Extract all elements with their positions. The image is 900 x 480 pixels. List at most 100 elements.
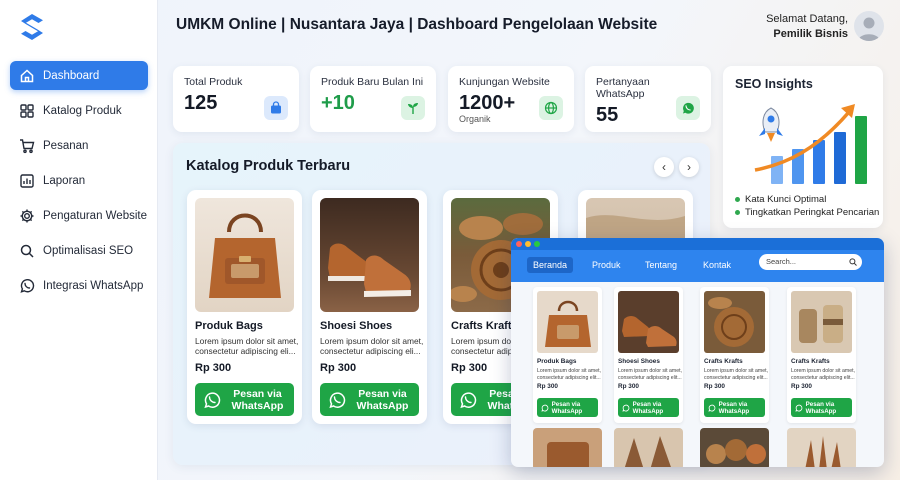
- stat-label: Produk Baru Bulan Ini: [321, 76, 424, 88]
- product-price: Rp 300: [320, 362, 357, 374]
- product-name: Produk Bags: [537, 358, 577, 365]
- product-price: Rp 300: [791, 383, 812, 390]
- stat-card-pertanyaan-whatsapp: Pertanyaan WhatsApp 55: [585, 66, 711, 132]
- sidebar-item-label: Dashboard: [43, 69, 100, 82]
- growth-chart-illustration-icon: [754, 104, 867, 184]
- preview-nav-beranda[interactable]: Beranda: [527, 257, 574, 273]
- whatsapp-icon: [541, 404, 549, 412]
- bullet-icon: [735, 197, 740, 202]
- stat-card-kunjungan-website: Kunjungan Website 1200+ Organik: [448, 66, 574, 132]
- preview-product-card[interactable]: Shoesi Shoes Lorem ipsum dolor sit amet,…: [614, 287, 683, 423]
- product-name: Crafts Krafts: [704, 358, 743, 365]
- greeting-text: Selamat Datang,: [766, 13, 848, 25]
- order-button-label: Pesan via WhatsApp: [805, 400, 837, 415]
- whatsapp-icon: [204, 391, 221, 408]
- order-button-label: Pesan via WhatsApp: [551, 400, 583, 415]
- product-price: Rp 300: [195, 362, 232, 374]
- globe-icon: [539, 96, 563, 120]
- stat-label: Kunjungan Website: [459, 76, 550, 88]
- chevron-right-icon: ›: [687, 160, 691, 174]
- whatsapp-icon: [622, 404, 630, 412]
- order-whatsapp-button[interactable]: Pesan via WhatsApp: [537, 398, 598, 417]
- sidebar-item-optimalisasi-seo[interactable]: Optimalisasi SEO: [10, 236, 148, 265]
- seo-point-label: Tingkatkan Peringkat Pencarian: [745, 207, 880, 218]
- product-description: Lorem ipsum dolor sit amet, consectetur …: [618, 368, 683, 381]
- product-name: Crafts Krafts: [451, 320, 518, 332]
- browser-title-bar: [511, 238, 884, 250]
- product-image: [537, 291, 598, 353]
- product-image: [704, 291, 765, 353]
- preview-product-image: [787, 428, 856, 467]
- sidebar-item-integrasi-whatsapp[interactable]: Integrasi WhatsApp: [10, 271, 148, 300]
- avatar[interactable]: [854, 11, 884, 41]
- preview-nav-kontak[interactable]: Kontak: [697, 257, 737, 273]
- sidebar-item-label: Optimalisasi SEO: [43, 244, 134, 257]
- sidebar-item-pengaturan-website[interactable]: Pengaturan Website: [10, 201, 148, 230]
- order-whatsapp-button[interactable]: Pesan via WhatsApp: [618, 398, 679, 417]
- search-icon: [19, 243, 35, 259]
- sidebar-item-label: Pengaturan Website: [43, 209, 147, 222]
- product-description: Lorem ipsum dolor sit amet, consectetur …: [537, 368, 602, 381]
- product-image: [791, 291, 852, 353]
- sidebar-item-label: Pesanan: [43, 139, 89, 152]
- preview-product-card[interactable]: Crafts Krafts Lorem ipsum dolor sit amet…: [787, 287, 856, 423]
- order-button-label: Pesan via WhatsApp: [718, 400, 750, 415]
- grid-icon: [19, 103, 35, 119]
- website-preview-window: Beranda Produk Tentang Kontak Search... …: [511, 238, 884, 467]
- sidebar-item-label: Katalog Produk: [43, 104, 122, 117]
- order-whatsapp-button[interactable]: Pesan via WhatsApp: [195, 383, 294, 416]
- brand-logo-icon[interactable]: [18, 12, 46, 42]
- product-price: Rp 300: [618, 383, 639, 390]
- preview-product-image: [614, 428, 683, 467]
- cart-icon: [19, 138, 35, 154]
- order-button-label: Pesan via WhatsApp: [356, 387, 409, 412]
- preview-product-card[interactable]: Crafts Krafts Lorem ipsum dolor sit amet…: [700, 287, 769, 423]
- product-price: Rp 300: [537, 383, 558, 390]
- search-placeholder: Search...: [766, 257, 797, 266]
- sidebar: Dashboard Katalog Produk Pesanan Laporan…: [0, 0, 158, 480]
- preview-nav-produk[interactable]: Produk: [586, 257, 627, 273]
- preview-nav-tentang[interactable]: Tentang: [639, 257, 683, 273]
- product-description: Lorem ipsum dolor sit amet, consectetur …: [704, 368, 769, 381]
- user-greeting: Selamat Datang, Pemilik Bisnis: [766, 12, 848, 42]
- page-title: UMKM Online | Nusantara Jaya | Dashboard…: [176, 16, 658, 33]
- product-card[interactable]: Produk Bags Lorem ipsum dolor sit amet, …: [187, 190, 302, 424]
- search-icon: [849, 258, 857, 266]
- whatsapp-icon: [19, 278, 35, 294]
- product-description: Lorem ipsum dolor sit amet, consectetur …: [320, 336, 424, 356]
- carousel-prev-button[interactable]: ‹: [654, 157, 674, 177]
- carousel-next-button[interactable]: ›: [679, 157, 699, 177]
- product-image: [195, 198, 294, 312]
- order-whatsapp-button[interactable]: Pesan via WhatsApp: [791, 398, 852, 417]
- user-name: Pemilik Bisnis: [773, 28, 848, 40]
- sidebar-item-laporan[interactable]: Laporan: [10, 166, 148, 195]
- preview-product-card[interactable]: Produk Bags Lorem ipsum dolor sit amet, …: [533, 287, 602, 423]
- window-close-icon: [516, 241, 522, 247]
- seo-point: Kata Kunci Optimal: [735, 194, 826, 205]
- sidebar-item-dashboard[interactable]: Dashboard: [10, 61, 148, 90]
- product-card[interactable]: Shoesi Shoes Lorem ipsum dolor sit amet,…: [312, 190, 427, 424]
- chart-icon: [19, 173, 35, 189]
- product-name: Shoesi Shoes: [618, 358, 660, 365]
- product-price: Rp 300: [704, 383, 725, 390]
- seo-point: Tingkatkan Peringkat Pencarian: [735, 207, 879, 218]
- sidebar-item-katalog-produk[interactable]: Katalog Produk: [10, 96, 148, 125]
- product-name: Shoesi Shoes: [320, 320, 393, 332]
- whatsapp-icon: [329, 391, 346, 408]
- order-whatsapp-button[interactable]: Pesan via WhatsApp: [320, 383, 419, 416]
- product-name: Produk Bags: [195, 320, 263, 332]
- catalog-title: Katalog Produk Terbaru: [186, 158, 351, 174]
- preview-search-input[interactable]: Search...: [759, 254, 862, 270]
- preview-product-image: [700, 428, 769, 467]
- home-icon: [19, 68, 35, 84]
- window-minimize-icon: [525, 241, 531, 247]
- stat-card-total-produk: Total Produk 125: [173, 66, 299, 132]
- order-whatsapp-button[interactable]: Pesan via WhatsApp: [704, 398, 765, 417]
- whatsapp-icon: [795, 404, 803, 412]
- product-image: [618, 291, 679, 353]
- seo-title: SEO Insights: [735, 77, 813, 91]
- order-button-label: Pesan via WhatsApp: [231, 387, 284, 412]
- plant-icon: [401, 96, 425, 120]
- product-image: [320, 198, 419, 312]
- sidebar-item-pesanan[interactable]: Pesanan: [10, 131, 148, 160]
